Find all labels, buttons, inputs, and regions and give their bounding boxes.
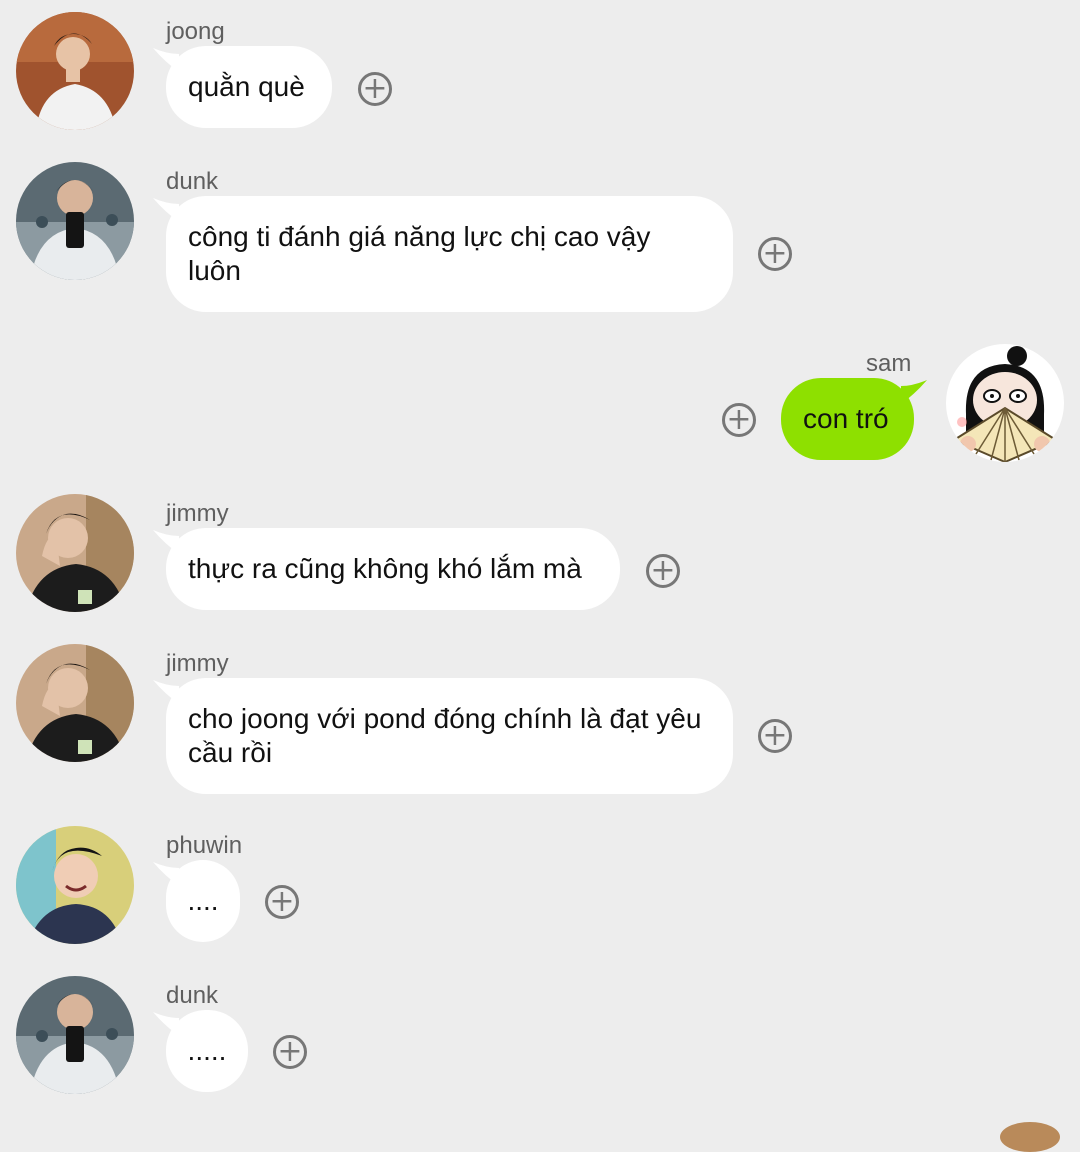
message-text: cho joong với pond đóng chính là đạt yêu… [188, 703, 702, 768]
sender-name: phuwin [166, 832, 243, 859]
sender-name: joong [166, 18, 225, 45]
sender-name: dunk [166, 982, 219, 1009]
add-reaction-button[interactable]: + [265, 885, 299, 919]
message-bubble[interactable]: thực ra cũng không khó lắm mà [166, 528, 620, 610]
message-text: công ti đánh giá năng lực chị cao vậy lu… [188, 221, 651, 286]
avatar-sam[interactable] [946, 344, 1064, 462]
message-bubble[interactable]: con tró [781, 378, 914, 460]
add-reaction-button[interactable]: + [273, 1035, 307, 1069]
avatar-jimmy[interactable] [16, 494, 134, 612]
avatar-jimmy[interactable] [16, 644, 134, 762]
avatar-partial [1000, 1122, 1060, 1152]
message-bubble[interactable]: công ti đánh giá năng lực chị cao vậy lu… [166, 196, 733, 312]
add-reaction-button[interactable]: + [758, 237, 792, 271]
message-text: con tró [803, 403, 889, 434]
sender-name: jimmy [166, 500, 229, 527]
add-reaction-button[interactable]: + [646, 554, 680, 588]
message-bubble[interactable]: .... [166, 860, 240, 942]
avatar-dunk[interactable] [16, 162, 134, 280]
bubble-tail [901, 380, 927, 404]
add-reaction-button[interactable]: + [722, 403, 756, 437]
avatar-joong[interactable] [16, 12, 134, 130]
avatar-dunk[interactable] [16, 976, 134, 1094]
add-reaction-button[interactable]: + [358, 72, 392, 106]
message-text: ..... [187, 1035, 227, 1066]
add-reaction-button[interactable]: + [758, 719, 792, 753]
message-text: quằn què [188, 71, 305, 102]
message-bubble[interactable]: quằn què [166, 46, 332, 128]
message-text: .... [187, 885, 219, 916]
sender-name: sam [866, 350, 912, 377]
message-bubble[interactable]: ..... [166, 1010, 248, 1092]
sender-name: dunk [166, 168, 219, 195]
message-text: thực ra cũng không khó lắm mà [188, 553, 582, 584]
avatar-phuwin[interactable] [16, 826, 134, 944]
sender-name: jimmy [166, 650, 229, 677]
message-bubble[interactable]: cho joong với pond đóng chính là đạt yêu… [166, 678, 733, 794]
